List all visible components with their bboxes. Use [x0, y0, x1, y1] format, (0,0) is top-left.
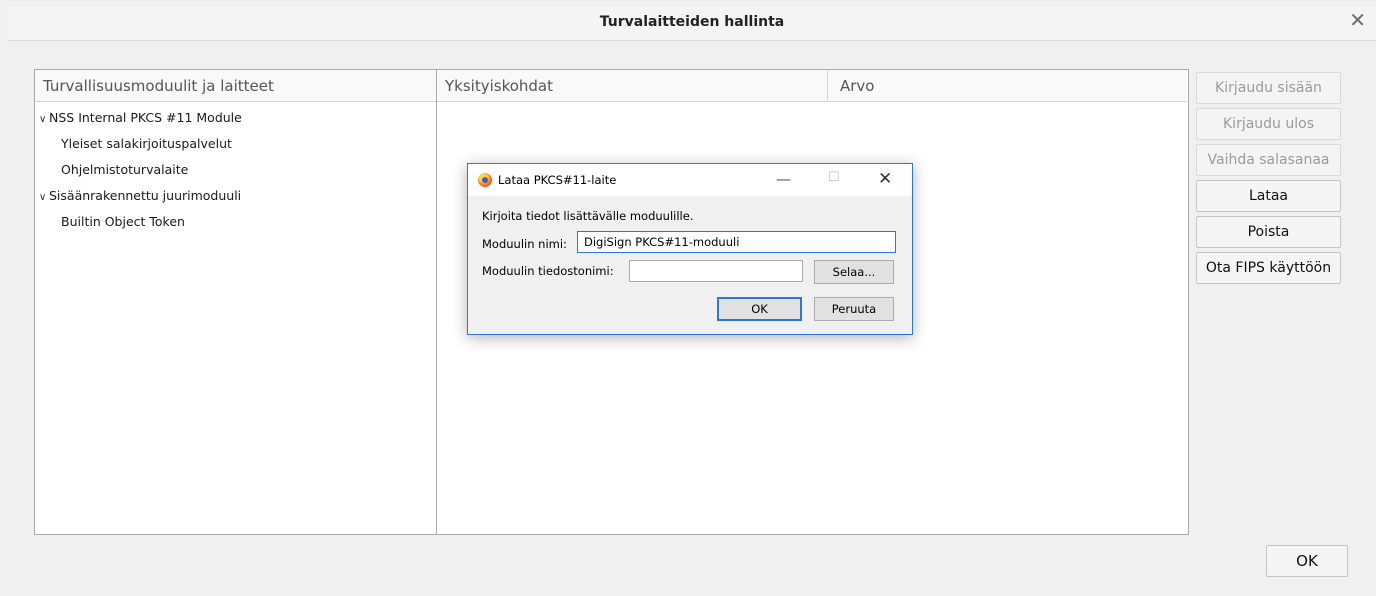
ok-button[interactable]: OK — [1266, 545, 1348, 577]
module-name-label: Moduulin nimi: — [482, 237, 567, 251]
tree-item-nss-internal[interactable]: ∨ NSS Internal PKCS #11 Module — [35, 108, 436, 134]
tree-item-builtin-token[interactable]: Builtin Object Token — [35, 212, 436, 238]
side-button-group: Kirjaudu sisään Kirjaudu ulos Vaihda sal… — [1196, 72, 1341, 288]
dialog-ok-button[interactable]: OK — [717, 297, 802, 321]
value-column-header[interactable]: Arvo — [827, 70, 1187, 102]
tree-item-generic-crypto[interactable]: Yleiset salakirjoituspalvelut — [35, 134, 436, 160]
dialog-titlebar: Lataa PKCS#11-laite — ☐ ✕ — [468, 164, 912, 196]
change-password-button[interactable]: Vaihda salasanaa — [1196, 144, 1341, 176]
enable-fips-button[interactable]: Ota FIPS käyttöön — [1196, 252, 1341, 284]
security-modules-tree[interactable]: Turvallisuusmoduulit ja laitteet ∨ NSS In… — [34, 69, 437, 535]
tree-item-label: Yleiset salakirjoituspalvelut — [61, 136, 232, 151]
chevron-down-icon[interactable]: ∨ — [39, 188, 49, 208]
module-name-input[interactable] — [577, 231, 896, 253]
maximize-icon[interactable]: ☐ — [828, 170, 840, 185]
tree-item-label: Builtin Object Token — [61, 214, 185, 229]
tree-item-label: NSS Internal PKCS #11 Module — [49, 110, 242, 125]
tree-item-label: Ohjelmistoturvalaite — [61, 162, 189, 177]
close-icon[interactable]: ✕ — [878, 169, 892, 189]
tree-item-builtin-roots[interactable]: ∨ Sisäänrakennettu juurimoduuli — [35, 186, 436, 212]
logout-button[interactable]: Kirjaudu ulos — [1196, 108, 1341, 140]
tree-item-label: Sisäänrakennettu juurimoduuli — [49, 188, 242, 203]
load-device-dialog: Lataa PKCS#11-laite — ☐ ✕ Kirjoita tiedo… — [467, 163, 913, 335]
window-title: Turvalaitteiden hallinta — [599, 14, 785, 30]
window-titlebar: Turvalaitteiden hallinta ✕ — [8, 6, 1376, 41]
module-filename-label: Moduulin tiedostonimi: — [482, 264, 614, 278]
tree-column-header[interactable]: Turvallisuusmoduulit ja laitteet — [35, 70, 436, 102]
chevron-down-icon[interactable]: ∨ — [39, 110, 49, 130]
remove-button[interactable]: Poista — [1196, 216, 1341, 248]
minimize-icon[interactable]: — — [776, 170, 791, 188]
dialog-title: Lataa PKCS#11-laite — [498, 173, 617, 187]
tree-list: ∨ NSS Internal PKCS #11 Module Yleiset sa… — [35, 108, 436, 238]
login-button[interactable]: Kirjaudu sisään — [1196, 72, 1341, 104]
firefox-icon — [478, 173, 492, 187]
module-filename-input[interactable] — [629, 260, 803, 282]
tree-item-software-device[interactable]: Ohjelmistoturvalaite — [35, 160, 436, 186]
dialog-description: Kirjoita tiedot lisättävälle moduulille. — [482, 209, 694, 223]
close-icon[interactable]: ✕ — [1349, 10, 1366, 30]
dialog-cancel-button[interactable]: Peruuta — [814, 297, 894, 321]
browse-button[interactable]: Selaa... — [814, 260, 894, 284]
load-button[interactable]: Lataa — [1196, 180, 1341, 212]
details-column-header[interactable]: Yksityiskohdat — [437, 70, 827, 102]
